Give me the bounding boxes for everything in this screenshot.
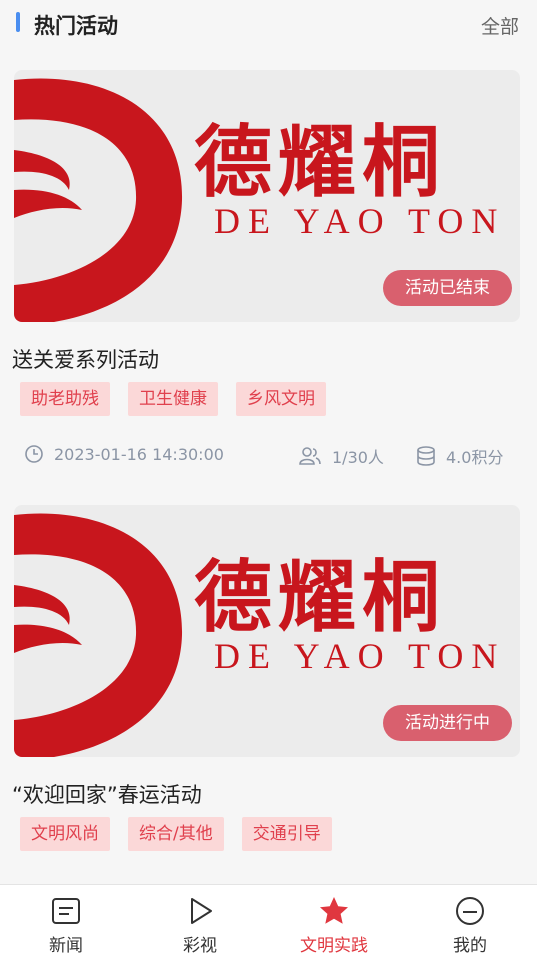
- tag: 卫生健康: [128, 382, 218, 416]
- brand-chinese-text: 德耀桐: [194, 552, 447, 643]
- participants-count: 1/30人: [332, 448, 384, 467]
- bottom-tab-bar: 新闻 彩视 文明实践 我的: [0, 884, 537, 957]
- star-icon: [320, 897, 348, 924]
- status-badge: 活动进行中: [383, 705, 512, 741]
- points-value: 4.0积分: [446, 448, 504, 467]
- brand-logo-icon: [14, 78, 183, 322]
- section-title: 热门活动: [34, 14, 118, 38]
- activity-meta: 2023-01-16 14:30:00 1/30人 4.0积分: [0, 444, 537, 470]
- points-item: 4.0积分: [416, 444, 503, 468]
- brand-english-text: DE YAO TON: [214, 201, 506, 241]
- tag-list: 助老助残 卫生健康 乡风文明: [20, 382, 326, 416]
- datetime-item: 2023-01-16 14:30:00: [24, 444, 224, 464]
- tag-list: 文明风尚 综合/其他 交通引导: [20, 817, 332, 851]
- activity-datetime: 2023-01-16 14:30:00: [54, 444, 224, 464]
- brand-english-text: DE YAO TON: [214, 636, 506, 676]
- activity-title[interactable]: “欢迎回家”春运活动: [12, 779, 202, 809]
- tag: 助老助残: [20, 382, 110, 416]
- coins-icon: [417, 446, 435, 466]
- activity-title[interactable]: 送关爱系列活动: [12, 344, 159, 374]
- tag: 乡风文明: [236, 382, 326, 416]
- tab-civilization-practice[interactable]: 文明实践: [274, 885, 394, 957]
- tab-video[interactable]: 彩视: [140, 885, 260, 957]
- participants-item: 1/30人: [298, 444, 384, 468]
- tab-label: 彩视: [183, 936, 217, 956]
- tag: 综合/其他: [128, 817, 224, 851]
- tab-label: 文明实践: [300, 936, 368, 956]
- tab-profile[interactable]: 我的: [410, 885, 530, 957]
- activity-banner[interactable]: 德耀桐 DE YAO TON 活动已结束: [14, 70, 520, 322]
- profile-icon: [456, 897, 484, 925]
- brand-chinese-text: 德耀桐: [194, 117, 447, 208]
- news-icon: [52, 898, 80, 924]
- play-icon: [191, 898, 212, 924]
- clock-icon: [25, 445, 43, 463]
- status-badge: 活动已结束: [383, 270, 512, 306]
- tab-label: 新闻: [49, 936, 83, 956]
- view-all-link[interactable]: 全部: [481, 12, 519, 39]
- activity-banner[interactable]: 德耀桐 DE YAO TON 活动进行中: [14, 505, 520, 757]
- brand-logo-icon: [14, 513, 183, 757]
- section-header: 热门活动 全部: [0, 0, 537, 50]
- tag: 交通引导: [241, 817, 332, 851]
- tab-label: 我的: [453, 936, 487, 956]
- tag: 文明风尚: [20, 817, 110, 851]
- people-icon: [299, 447, 321, 465]
- tab-news[interactable]: 新闻: [6, 885, 126, 957]
- header-accent-bar: [16, 12, 20, 32]
